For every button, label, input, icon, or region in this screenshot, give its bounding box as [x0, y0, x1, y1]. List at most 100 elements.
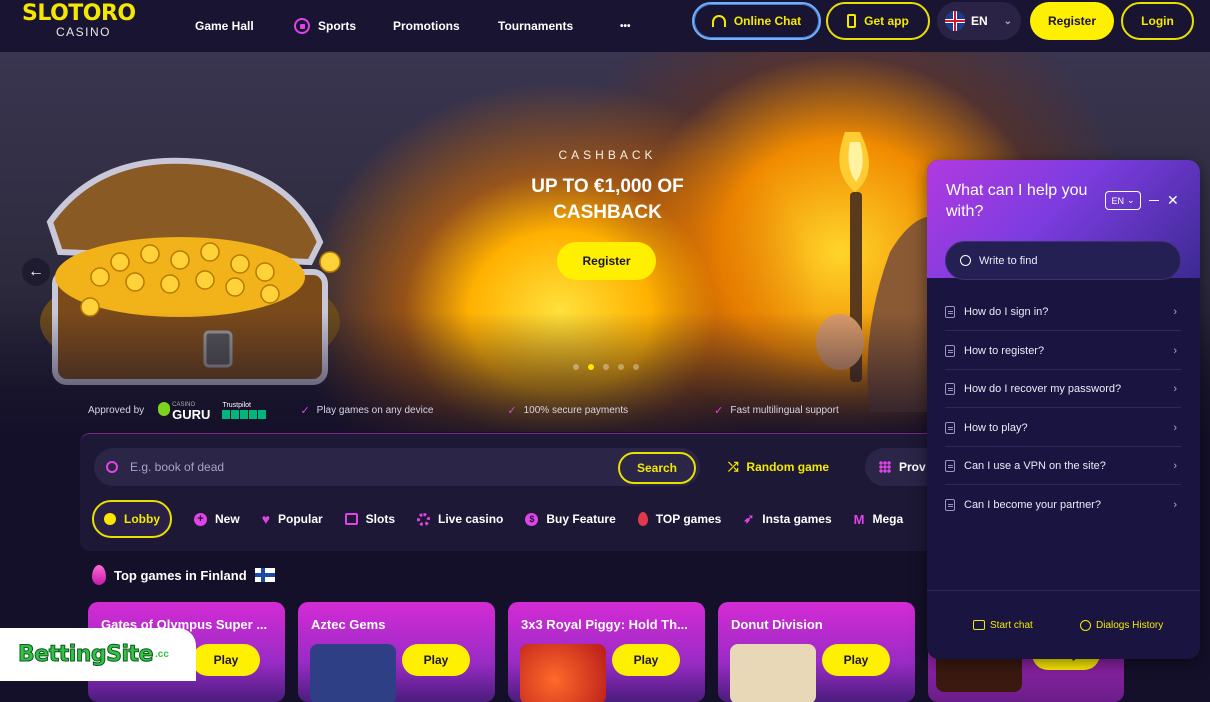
medal-icon: [104, 513, 116, 525]
play-button[interactable]: Play: [402, 644, 470, 676]
dialogs-history-label: Dialogs History: [1096, 619, 1164, 631]
language-selector[interactable]: EN ⌄: [937, 2, 1021, 40]
faq-item[interactable]: Can I use a VPN on the site? ›: [945, 447, 1181, 485]
login-button[interactable]: Login: [1121, 2, 1194, 40]
register-button[interactable]: Register: [1030, 2, 1114, 40]
faq-label: Can I use a VPN on the site?: [964, 459, 1106, 472]
games-filter-panel: E.g. book of dead Search ⤮ Random game P…: [80, 433, 945, 551]
hero-label: CASHBACK: [558, 148, 657, 162]
carousel-dot[interactable]: [618, 364, 624, 370]
faq-item[interactable]: How to register? ›: [945, 332, 1181, 370]
nav-sports-label: Sports: [318, 19, 357, 33]
flame-icon: [637, 512, 648, 526]
faq-item[interactable]: How do I recover my password? ›: [945, 370, 1181, 408]
slotoro-logo[interactable]: SLOTORO CASINO: [22, 2, 152, 48]
get-app-button[interactable]: Get app: [826, 2, 930, 40]
plus-circle-icon: +: [194, 512, 207, 526]
game-card[interactable]: Aztec Gems Play: [298, 602, 495, 702]
carousel-prev-arrow[interactable]: ←: [22, 258, 50, 286]
game-card[interactable]: 3x3 Royal Piggy: Hold Th... Play: [508, 602, 705, 702]
chevron-right-icon: ›: [1173, 421, 1177, 434]
carousel-dot-active[interactable]: [588, 364, 594, 370]
tab-top-games[interactable]: TOP games: [637, 500, 721, 538]
nav-more-menu[interactable]: •••: [620, 0, 631, 52]
tab-new[interactable]: + New: [194, 500, 240, 538]
feature-secure-payments: 100% secure payments: [523, 404, 629, 416]
start-chat-label: Start chat: [990, 619, 1033, 631]
trust-features-row: Approved by CASINO GURU Trustpilot ✓ Pla…: [88, 400, 888, 421]
chat-search-placeholder: Write to find: [979, 254, 1038, 267]
game-thumbnail: [730, 644, 816, 702]
history-icon: [1080, 619, 1091, 631]
play-button[interactable]: Play: [822, 644, 890, 676]
search-button[interactable]: Search: [618, 452, 696, 484]
chevron-right-icon: ›: [1173, 382, 1177, 395]
document-icon: [945, 382, 955, 395]
game-search-input[interactable]: E.g. book of dead: [94, 448, 700, 486]
chevron-right-icon: ›: [1173, 305, 1177, 318]
online-chat-button[interactable]: Online Chat: [692, 2, 821, 40]
random-game-button[interactable]: ⤮ Random game: [728, 448, 829, 486]
trustpilot-logo[interactable]: Trustpilot: [222, 401, 267, 419]
flame-icon: [92, 565, 106, 585]
tab-lobby[interactable]: Lobby: [92, 500, 172, 538]
document-icon: [945, 421, 955, 434]
chat-language-selector[interactable]: EN ⌄: [1105, 191, 1141, 210]
tab-slots[interactable]: Slots: [344, 500, 395, 538]
feature-any-device: Play games on any device: [316, 404, 434, 416]
nav-game-hall[interactable]: Game Hall: [195, 0, 254, 52]
close-icon[interactable]: ✕: [1167, 192, 1179, 209]
tab-live-casino[interactable]: Live casino: [417, 500, 503, 538]
carousel-dot[interactable]: [633, 364, 639, 370]
hero-register-button[interactable]: Register: [557, 242, 656, 280]
tab-lobby-label: Lobby: [124, 512, 160, 526]
check-icon: ✓: [300, 404, 310, 417]
document-icon: [945, 459, 955, 472]
tab-insta-games[interactable]: ➶ Insta games: [743, 500, 831, 538]
carousel-dots: [573, 364, 639, 370]
nav-tournaments[interactable]: Tournaments: [498, 0, 573, 52]
logo-text: SLOTORO: [22, 1, 136, 26]
tab-new-label: New: [215, 512, 240, 526]
language-code: EN: [971, 14, 988, 28]
nav-sports[interactable]: Sports: [294, 0, 356, 52]
hero-text-block: CASHBACK UP TO €1,000 OF CASHBACK: [480, 148, 735, 226]
start-chat-button[interactable]: Start chat: [973, 620, 1033, 631]
tab-mega[interactable]: M Mega: [854, 500, 904, 538]
game-title: Aztec Gems: [311, 617, 386, 632]
tab-popular[interactable]: ♥ Popular: [262, 500, 323, 538]
faq-label: How to play?: [964, 421, 1028, 434]
faq-item[interactable]: How to play? ›: [945, 409, 1181, 447]
faq-item[interactable]: How do I sign in? ›: [945, 293, 1181, 331]
faq-item[interactable]: Can I become your partner? ›: [945, 486, 1181, 524]
mega-icon: M: [853, 511, 865, 527]
nav-promotions[interactable]: Promotions: [393, 0, 460, 52]
carousel-dot[interactable]: [603, 364, 609, 370]
game-card[interactable]: Donut Division Play: [718, 602, 915, 702]
grid-icon: [879, 461, 891, 473]
phone-icon: [847, 14, 857, 28]
tab-live-casino-label: Live casino: [438, 512, 504, 526]
chat-footer: Start chat Dialogs History: [927, 590, 1200, 659]
check-icon: ✓: [714, 404, 724, 417]
document-icon: [945, 344, 955, 357]
tab-mega-label: Mega: [872, 512, 904, 526]
rocket-icon: ➶: [743, 511, 755, 526]
play-button[interactable]: Play: [192, 644, 260, 676]
get-app-label: Get app: [864, 14, 909, 28]
carousel-dot[interactable]: [573, 364, 579, 370]
minimize-icon[interactable]: [1149, 200, 1159, 201]
section-top-games-finland: Top games in Finland: [92, 565, 275, 585]
search-placeholder: E.g. book of dead: [130, 460, 225, 474]
game-thumbnail: [310, 644, 396, 702]
dialogs-history-button[interactable]: Dialogs History: [1080, 619, 1164, 631]
chat-search-input[interactable]: Write to find: [945, 241, 1181, 280]
tab-buy-feature[interactable]: $ Buy Feature: [525, 500, 616, 538]
category-tabs: Lobby + New ♥ Popular Slots Live casino …: [92, 500, 925, 538]
casino-guru-logo[interactable]: CASINO GURU: [158, 400, 210, 421]
uk-flag-icon: [945, 11, 965, 31]
soccer-ball-icon: [294, 18, 310, 34]
feature-multilingual-support: Fast multilingual support: [730, 404, 839, 416]
play-button[interactable]: Play: [612, 644, 680, 676]
chevron-down-icon: ⌄: [1003, 15, 1013, 27]
